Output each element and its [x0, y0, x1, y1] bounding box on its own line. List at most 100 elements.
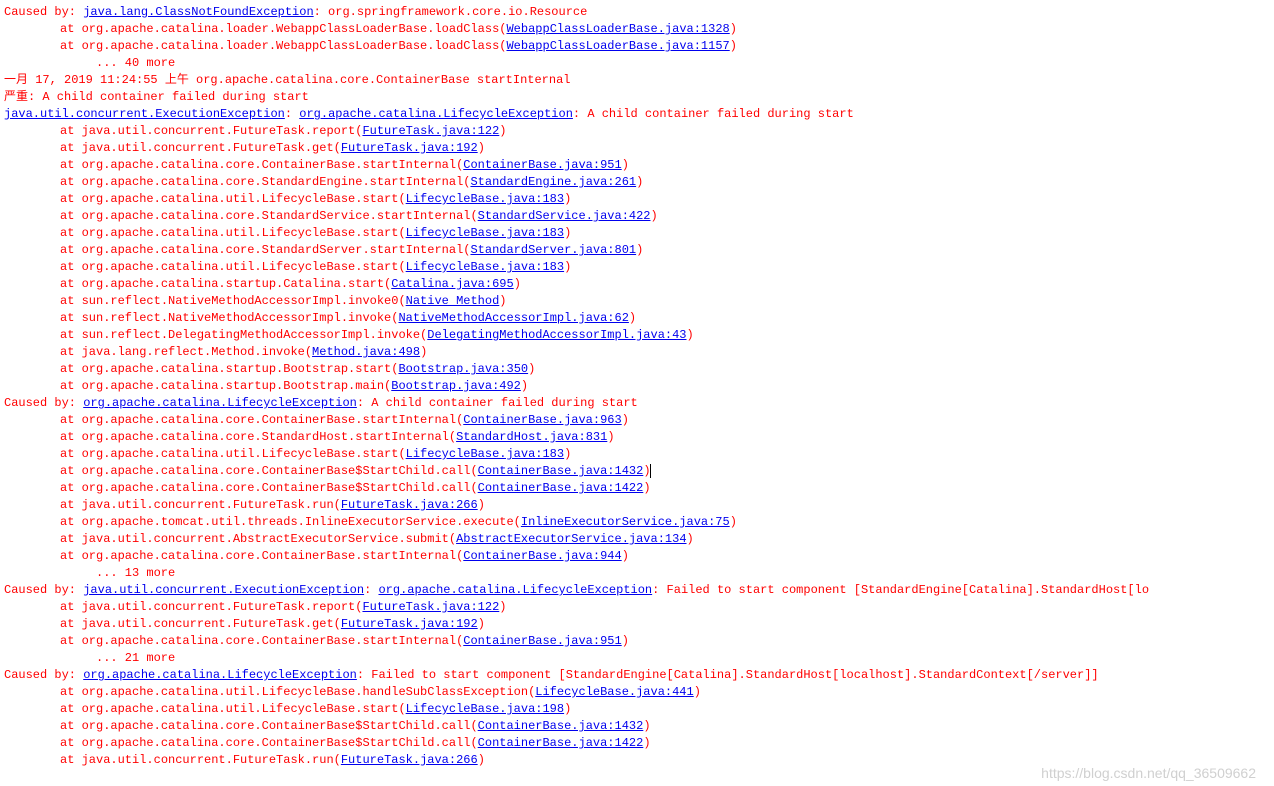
trace-text: at org.apache.catalina.util.LifecycleBas… — [60, 226, 406, 240]
source-link[interactable]: WebappClassLoaderBase.java:1328 — [506, 22, 729, 36]
trace-text: at java.lang.reflect.Method.invoke( — [60, 345, 312, 359]
source-link[interactable]: FutureTask.java:122 — [362, 124, 499, 138]
trace-text: at org.apache.catalina.core.ContainerBas… — [60, 158, 463, 172]
source-link[interactable]: org.apache.catalina.LifecycleException — [299, 107, 573, 121]
stack-trace-line: at org.apache.catalina.core.ContainerBas… — [4, 480, 1270, 497]
stack-trace-line: at java.lang.reflect.Method.invoke(Metho… — [4, 344, 1270, 361]
source-link[interactable]: AbstractExecutorService.java:134 — [456, 532, 686, 546]
stack-trace-line: at org.apache.catalina.core.ContainerBas… — [4, 463, 1270, 480]
source-link[interactable]: ContainerBase.java:1432 — [478, 464, 644, 478]
trace-text: ) — [651, 209, 658, 223]
source-link[interactable]: NativeMethodAccessorImpl.java:62 — [398, 311, 628, 325]
trace-text: at java.util.concurrent.FutureTask.run( — [60, 498, 341, 512]
source-link[interactable]: org.apache.catalina.LifecycleException — [83, 668, 357, 682]
trace-text: at sun.reflect.NativeMethodAccessorImpl.… — [60, 311, 398, 325]
source-link[interactable]: java.lang.ClassNotFoundException — [83, 5, 313, 19]
source-link[interactable]: ContainerBase.java:963 — [463, 413, 621, 427]
trace-text: at org.apache.catalina.util.LifecycleBas… — [60, 702, 406, 716]
trace-text: : A child container failed during start — [573, 107, 854, 121]
trace-text: at org.apache.catalina.loader.WebappClas… — [60, 22, 506, 36]
stack-trace-line: Caused by: org.apache.catalina.Lifecycle… — [4, 667, 1270, 684]
source-link[interactable]: LifecycleBase.java:183 — [406, 447, 564, 461]
source-link[interactable]: org.apache.catalina.LifecycleException — [378, 583, 652, 597]
source-link[interactable]: InlineExecutorService.java:75 — [521, 515, 730, 529]
source-link[interactable]: WebappClassLoaderBase.java:1157 — [506, 39, 729, 53]
source-link[interactable]: LifecycleBase.java:183 — [406, 192, 564, 206]
stack-trace-line: at java.util.concurrent.AbstractExecutor… — [4, 531, 1270, 548]
trace-text: ) — [499, 124, 506, 138]
trace-text: ) — [499, 600, 506, 614]
trace-text: ) — [564, 192, 571, 206]
source-link[interactable]: FutureTask.java:266 — [341, 498, 478, 512]
stack-trace-line: Caused by: java.lang.ClassNotFoundExcept… — [4, 4, 1270, 21]
source-link[interactable]: org.apache.catalina.LifecycleException — [83, 396, 357, 410]
stack-trace-line: at org.apache.catalina.core.ContainerBas… — [4, 157, 1270, 174]
stack-trace-line: at org.apache.catalina.startup.Catalina.… — [4, 276, 1270, 293]
source-link[interactable]: FutureTask.java:266 — [341, 753, 478, 767]
source-link[interactable]: Native Method — [406, 294, 500, 308]
source-link[interactable]: FutureTask.java:192 — [341, 141, 478, 155]
source-link[interactable]: StandardEngine.java:261 — [470, 175, 636, 189]
stack-trace-line: Caused by: org.apache.catalina.Lifecycle… — [4, 395, 1270, 412]
source-link[interactable]: Catalina.java:695 — [391, 277, 513, 291]
stack-trace-line: at org.apache.catalina.core.ContainerBas… — [4, 735, 1270, 752]
stack-trace-line: at org.apache.catalina.core.StandardEngi… — [4, 174, 1270, 191]
source-link[interactable]: java.util.concurrent.ExecutionException — [4, 107, 285, 121]
trace-text: at org.apache.catalina.core.ContainerBas… — [60, 481, 478, 495]
source-link[interactable]: StandardHost.java:831 — [456, 430, 607, 444]
trace-text: Caused by: — [4, 668, 83, 682]
stack-trace-line: 严重: A child container failed during star… — [4, 89, 1270, 106]
stack-trace-line: at java.util.concurrent.FutureTask.repor… — [4, 599, 1270, 616]
source-link[interactable]: LifecycleBase.java:183 — [406, 226, 564, 240]
trace-text: ) — [622, 634, 629, 648]
trace-text: ... 21 more — [96, 651, 175, 665]
source-link[interactable]: FutureTask.java:192 — [341, 617, 478, 631]
source-link[interactable]: StandardServer.java:801 — [470, 243, 636, 257]
source-link[interactable]: StandardService.java:422 — [478, 209, 651, 223]
trace-text: ... 13 more — [96, 566, 175, 580]
source-link[interactable]: ContainerBase.java:1422 — [478, 736, 644, 750]
source-link[interactable]: java.util.concurrent.ExecutionException — [83, 583, 364, 597]
source-link[interactable]: LifecycleBase.java:441 — [535, 685, 693, 699]
stack-trace-line: at sun.reflect.NativeMethodAccessorImpl.… — [4, 310, 1270, 327]
source-link[interactable]: LifecycleBase.java:198 — [406, 702, 564, 716]
source-link[interactable]: LifecycleBase.java:183 — [406, 260, 564, 274]
source-link[interactable]: ContainerBase.java:1422 — [478, 481, 644, 495]
trace-text: Caused by: — [4, 5, 83, 19]
trace-text: at org.apache.catalina.core.ContainerBas… — [60, 413, 463, 427]
source-link[interactable]: ContainerBase.java:1432 — [478, 719, 644, 733]
source-link[interactable]: Bootstrap.java:350 — [398, 362, 528, 376]
source-link[interactable]: ContainerBase.java:951 — [463, 634, 621, 648]
trace-text: : Failed to start component [StandardEng… — [652, 583, 1149, 597]
stack-trace-line: at org.apache.tomcat.util.threads.Inline… — [4, 514, 1270, 531]
trace-text: at org.apache.catalina.startup.Bootstrap… — [60, 362, 398, 376]
trace-text: at org.apache.tomcat.util.threads.Inline… — [60, 515, 521, 529]
stack-trace-line: at org.apache.catalina.util.LifecycleBas… — [4, 701, 1270, 718]
trace-text: ) — [643, 481, 650, 495]
trace-text: at sun.reflect.NativeMethodAccessorImpl.… — [60, 294, 406, 308]
stack-trace-line: at org.apache.catalina.core.StandardHost… — [4, 429, 1270, 446]
text-cursor — [650, 464, 651, 478]
trace-text: ) — [622, 413, 629, 427]
source-link[interactable]: ContainerBase.java:951 — [463, 158, 621, 172]
source-link[interactable]: FutureTask.java:122 — [362, 600, 499, 614]
trace-text: ... 40 more — [96, 56, 175, 70]
trace-text: at java.util.concurrent.FutureTask.run( — [60, 753, 341, 767]
source-link[interactable]: Bootstrap.java:492 — [391, 379, 521, 393]
stack-trace-line: Caused by: java.util.concurrent.Executio… — [4, 582, 1270, 599]
source-link[interactable]: ContainerBase.java:944 — [463, 549, 621, 563]
trace-text: Caused by: — [4, 583, 83, 597]
source-link[interactable]: Method.java:498 — [312, 345, 420, 359]
trace-text: at java.util.concurrent.FutureTask.repor… — [60, 124, 362, 138]
trace-text: ) — [687, 328, 694, 342]
trace-text: ) — [564, 260, 571, 274]
trace-text: at java.util.concurrent.FutureTask.get( — [60, 617, 341, 631]
watermark-text: https://blog.csdn.net/qq_36509662 — [1041, 765, 1256, 782]
trace-text: ) — [528, 362, 535, 376]
stack-trace-line: at org.apache.catalina.core.ContainerBas… — [4, 718, 1270, 735]
console-output[interactable]: Caused by: java.lang.ClassNotFoundExcept… — [4, 4, 1270, 769]
stack-trace-line: at org.apache.catalina.core.ContainerBas… — [4, 412, 1270, 429]
trace-text: at org.apache.catalina.core.ContainerBas… — [60, 719, 478, 733]
source-link[interactable]: DelegatingMethodAccessorImpl.java:43 — [427, 328, 686, 342]
stack-trace-line: at org.apache.catalina.startup.Bootstrap… — [4, 361, 1270, 378]
